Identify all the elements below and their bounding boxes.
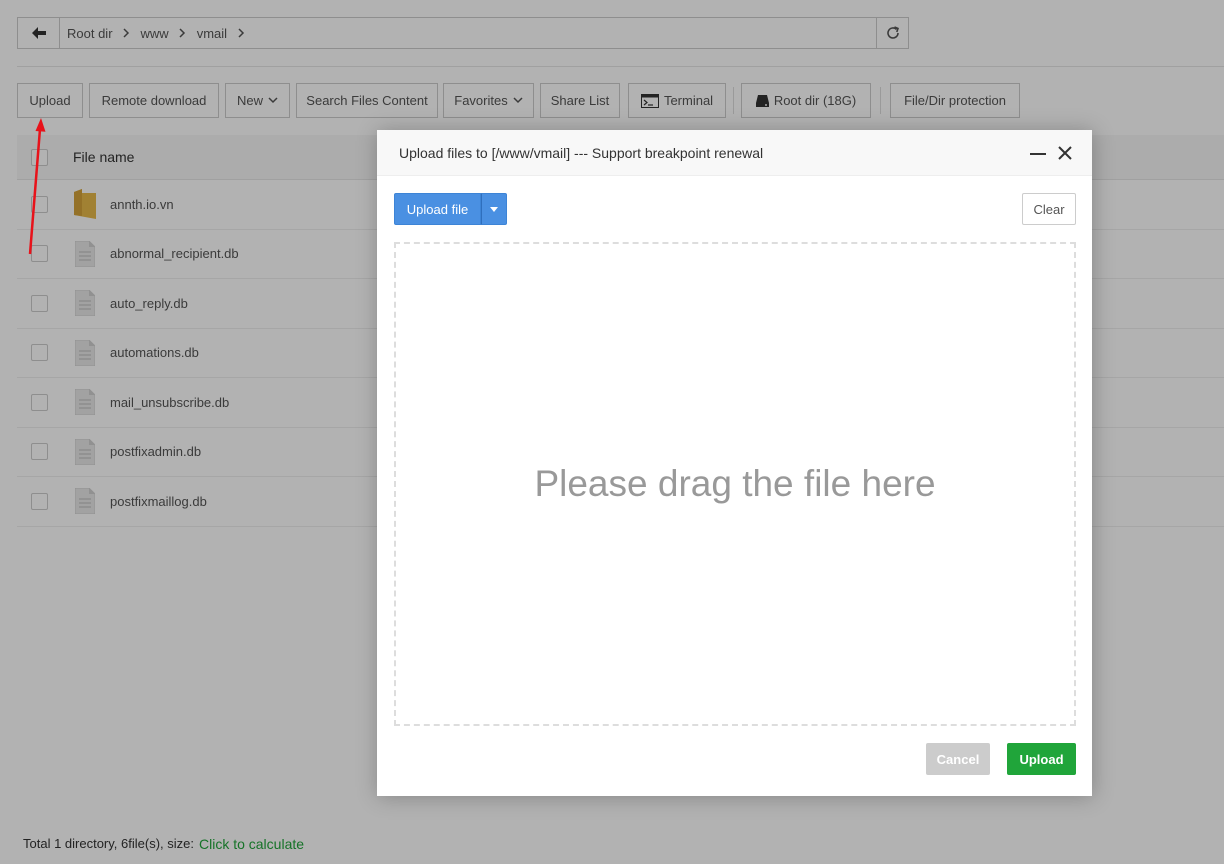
file-drop-zone[interactable]: Please drag the file here — [394, 242, 1076, 726]
upload-file-label: Upload file — [406, 201, 469, 217]
upload-file-button[interactable]: Upload file — [394, 193, 481, 225]
close-button[interactable] — [1057, 145, 1073, 161]
minimize-icon — [1030, 153, 1046, 155]
upload-submit-button[interactable]: Upload — [1007, 743, 1076, 775]
caret-down-icon — [490, 206, 498, 212]
drop-zone-text: Please drag the file here — [534, 463, 936, 504]
upload-dialog: Upload files to [/www/vmail] --- Support… — [377, 130, 1092, 796]
dialog-title: Upload files to [/www/vmail] --- Support… — [399, 144, 764, 161]
cancel-label: Cancel — [936, 751, 980, 767]
clear-label: Clear — [1033, 201, 1065, 217]
minimize-button[interactable] — [1030, 146, 1046, 162]
upload-file-split-button: Upload file — [394, 193, 507, 225]
dialog-header: Upload files to [/www/vmail] --- Support… — [377, 130, 1092, 176]
cancel-button[interactable]: Cancel — [926, 743, 990, 775]
close-icon — [1058, 146, 1072, 160]
clear-button[interactable]: Clear — [1022, 193, 1076, 225]
upload-options-dropdown[interactable] — [481, 193, 507, 225]
upload-submit-label: Upload — [1019, 751, 1064, 767]
